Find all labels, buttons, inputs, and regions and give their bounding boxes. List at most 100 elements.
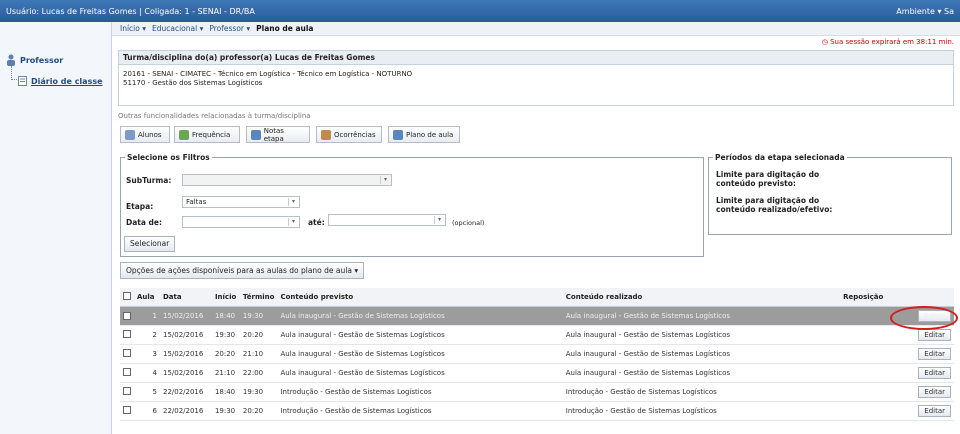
ate-label: até: — [308, 218, 325, 227]
cell-data: 22/02/2016 — [159, 401, 212, 421]
selecionar-button[interactable]: Selecionar — [124, 236, 176, 252]
turma-line-2: 51170 - Gestão dos Sistemas Logísticos — [123, 79, 263, 87]
user-info: Usuário: Lucas de Freitas Gomes | Coliga… — [6, 6, 255, 16]
edit-button[interactable]: Editar — [918, 385, 951, 398]
chevron-down-icon: ▾ — [288, 218, 298, 226]
cell-termino: 22:00 — [239, 363, 278, 383]
cell-inicio: 21:10 — [211, 363, 240, 383]
cell-termino: 19:30 — [239, 306, 278, 326]
alunos-label: Alunos — [138, 130, 162, 139]
table-row[interactable]: 6 22/02/2016 19:30 20:20 Introdução - Ge… — [120, 401, 954, 421]
ocorrencias-button[interactable]: Ocorrências — [316, 126, 382, 143]
etapa-label: Etapa: — [126, 202, 154, 211]
cell-inicio: 18:40 — [211, 306, 240, 326]
data-de-input[interactable]: ▾ — [182, 216, 300, 228]
cell-aula: 4 — [134, 363, 160, 383]
calendar-icon — [393, 129, 403, 140]
menu-educacional[interactable]: Educacional ▾ — [152, 24, 203, 33]
user-icon — [6, 54, 16, 66]
opcoes-dropdown-button[interactable]: Opções de ações disponíveis para as aula… — [120, 262, 365, 279]
turma-header: Turma/disciplina do(a) professor(a) Luca… — [119, 51, 953, 65]
cell-inicio: 19:30 — [211, 401, 240, 421]
notas-etapa-button[interactable]: Notas etapa — [246, 126, 310, 143]
people-icon — [321, 129, 331, 140]
cell-aula: 1 — [134, 306, 160, 326]
turma-panel: Turma/disciplina do(a) professor(a) Luca… — [118, 50, 954, 106]
checkbox[interactable] — [123, 367, 131, 376]
turma-line-1: 20161 - SENAI - CIMATEC - Técnico em Log… — [123, 70, 413, 78]
checkbox[interactable]: ✓ — [123, 311, 131, 320]
periodos-fieldset: Períodos da etapa selecionada — [708, 153, 952, 235]
edit-button[interactable]: Editar — [918, 366, 951, 379]
cell-termino: 20:20 — [239, 325, 278, 345]
cell-reposicao — [840, 344, 903, 364]
checkbox[interactable] — [123, 386, 131, 395]
cell-previsto: Introdução - Gestão de Sistemas Logístic… — [277, 401, 563, 421]
table-header-row: Aula Data Início Término Conteúdo previs… — [120, 288, 954, 307]
plano-de-aula-button[interactable]: Plano de aula — [388, 126, 460, 143]
limite-realizado: Limite para digitação do conteúdo realiz… — [716, 196, 833, 214]
cell-termino: 19:30 — [239, 382, 278, 402]
cell-previsto: Aula inaugural - Gestão de Sistemas Logí… — [277, 325, 563, 345]
frequencia-button[interactable]: Frequência — [174, 126, 240, 143]
edit-button[interactable]: Editar — [918, 404, 951, 417]
header-select-all[interactable] — [120, 288, 134, 307]
notas-label: Notas etapa — [263, 126, 284, 143]
cell-inicio: 19:30 — [211, 325, 240, 345]
filters-legend: Selecione os Filtros — [127, 153, 210, 162]
table-row[interactable]: 4 15/02/2016 21:10 22:00 Aula inaugural … — [120, 363, 954, 383]
cell-reposicao — [840, 325, 903, 345]
menu-inicio[interactable]: Início ▾ — [120, 24, 146, 33]
document-icon — [18, 76, 27, 86]
edit-button[interactable]: Editar — [918, 328, 951, 341]
cell-termino: 20:20 — [239, 401, 278, 421]
header-aula: Aula — [134, 288, 160, 307]
checkbox[interactable] — [123, 348, 131, 357]
cell-realizado: Aula inaugural - Gestão de Sistemas Logí… — [562, 344, 841, 364]
environment-menu[interactable]: Ambiente ▾ Sa — [896, 7, 954, 16]
table-row[interactable]: 2 15/02/2016 19:30 20:20 Aula inaugural … — [120, 325, 954, 345]
chevron-down-icon: ▾ — [288, 198, 298, 206]
cell-realizado: Aula inaugural - Gestão de Sistemas Logí… — [562, 363, 841, 383]
users-icon — [125, 129, 135, 140]
table-row[interactable]: 5 22/02/2016 18:40 19:30 Introdução - Ge… — [120, 382, 954, 402]
etapa-value: Faltas — [186, 198, 207, 206]
cell-realizado: Aula inaugural - Gestão de Sistemas Logí… — [562, 306, 841, 326]
cell-aula: 5 — [134, 382, 160, 402]
cell-reposicao — [840, 401, 903, 421]
periodos-legend: Períodos da etapa selecionada — [715, 153, 845, 162]
subturma-label: SubTurma: — [126, 176, 172, 185]
sidebar-item-label: Diário de classe — [31, 76, 103, 86]
cell-inicio: 20:20 — [211, 344, 240, 364]
session-text: Sua sessão expirará em 38:11 min. — [830, 38, 954, 46]
breadcrumb: Início ▾ Educacional ▾ Professor ▾ Plano… — [112, 22, 960, 36]
sidebar-item-diario[interactable]: Diário de classe — [18, 76, 103, 86]
sidebar-item-professor[interactable]: Professor — [6, 54, 63, 66]
cell-previsto: Introdução - Gestão de Sistemas Logístic… — [277, 382, 563, 402]
table-row[interactable]: ✓ 1 15/02/2016 18:40 19:30 Aula inaugura… — [120, 306, 954, 326]
checkbox[interactable] — [123, 405, 131, 414]
limite-previsto: Limite para digitação do conteúdo previs… — [716, 170, 820, 188]
cell-data: 15/02/2016 — [159, 363, 212, 383]
plano-label: Plano de aula — [406, 130, 454, 139]
top-bar: Usuário: Lucas de Freitas Gomes | Coliga… — [0, 0, 960, 22]
edit-button[interactable]: Editar — [918, 347, 951, 360]
menu-current-page: Plano de aula — [256, 24, 314, 33]
ate-input[interactable]: ▾ — [328, 214, 446, 226]
header-previsto: Conteúdo previsto — [277, 288, 563, 307]
cell-termino: 21:10 — [239, 344, 278, 364]
menu-professor[interactable]: Professor ▾ — [209, 24, 250, 33]
session-timer: ◷ Sua sessão expirará em 38:11 min. — [822, 38, 954, 46]
subturma-select[interactable]: ▾ — [182, 174, 392, 186]
cell-inicio: 18:40 — [211, 382, 240, 402]
header-realizado: Conteúdo realizado — [562, 288, 841, 307]
alunos-button[interactable]: Alunos — [120, 126, 170, 143]
checkbox[interactable] — [123, 291, 131, 300]
funcs-title: Outras funcionalidades relacionadas à tu… — [118, 112, 311, 120]
cell-previsto: Aula inaugural - Gestão de Sistemas Logí… — [277, 344, 563, 364]
checkbox[interactable] — [123, 329, 131, 338]
clock-icon: ◷ — [821, 38, 828, 46]
cell-realizado: Introdução - Gestão de Sistemas Logístic… — [562, 382, 841, 402]
table-row[interactable]: 3 15/02/2016 20:20 21:10 Aula inaugural … — [120, 344, 954, 364]
etapa-select[interactable]: Faltas ▾ — [182, 196, 300, 208]
